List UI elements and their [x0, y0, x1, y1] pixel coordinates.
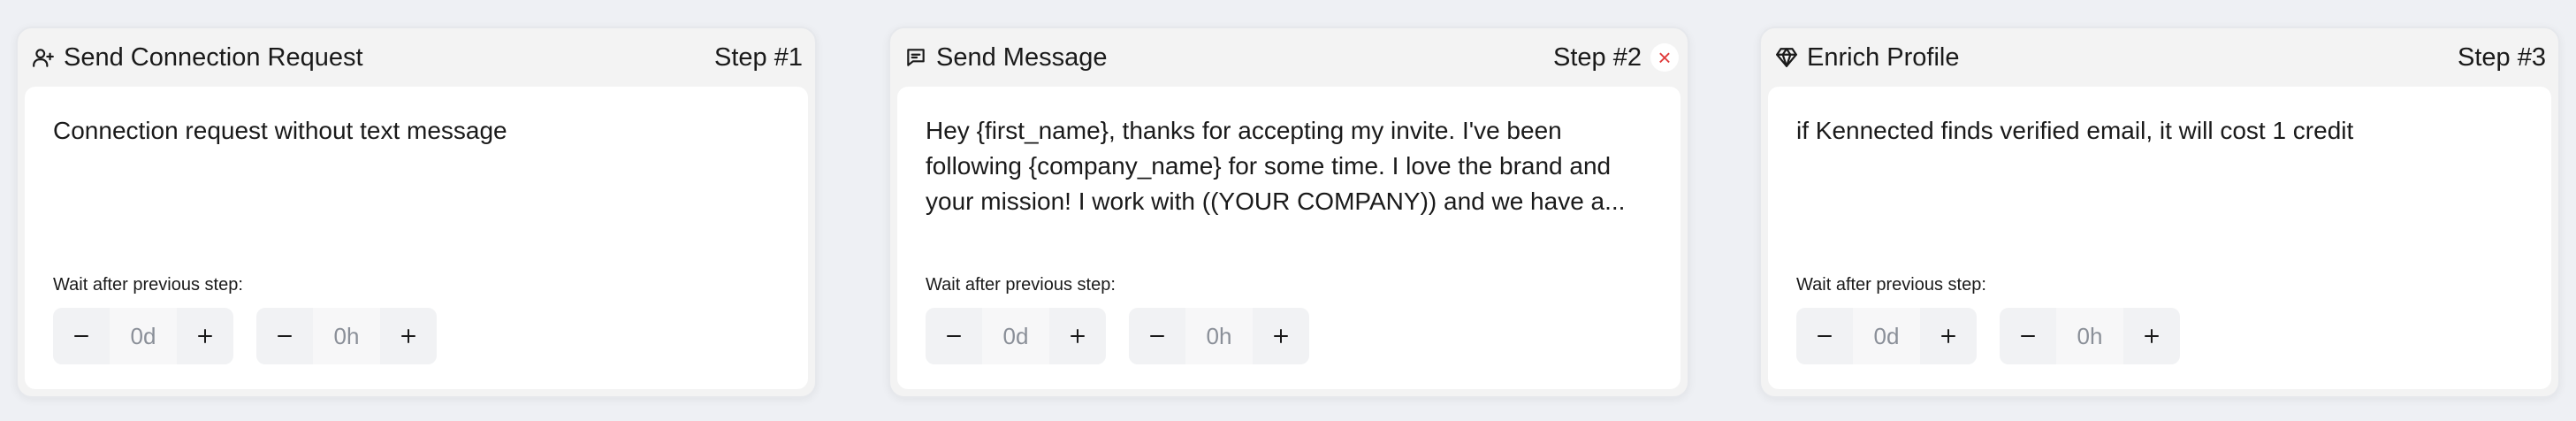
days-input[interactable]: 0d: [110, 308, 177, 364]
hours-stepper: 0h: [2000, 308, 2180, 364]
plus-icon: [2145, 329, 2159, 343]
minus-icon: [2021, 335, 2035, 337]
increment-days-button[interactable]: [177, 308, 233, 364]
step-number-label: Step #2: [1553, 43, 1642, 72]
step-card-send-connection-request[interactable]: Send Connection Request Step #1 Connecti…: [16, 27, 817, 398]
days-stepper: 0d: [53, 308, 233, 364]
plus-icon: [1274, 329, 1288, 343]
hours-stepper: 0h: [1129, 308, 1309, 364]
wait-after-label: Wait after previous step:: [926, 275, 1116, 295]
decrement-hours-button[interactable]: [1129, 308, 1185, 364]
increment-days-button[interactable]: [1920, 308, 1977, 364]
plus-icon: [198, 329, 212, 343]
hours-stepper: 0h: [256, 308, 437, 364]
step-message-text[interactable]: Hey {first_name}, thanks for accepting m…: [926, 113, 1652, 219]
hours-input[interactable]: 0h: [313, 308, 380, 364]
gem-icon: [1775, 46, 1798, 69]
increment-hours-button[interactable]: [1253, 308, 1309, 364]
plus-icon: [1071, 329, 1085, 343]
card-header: Send Connection Request Step #1: [18, 28, 815, 87]
decrement-days-button[interactable]: [926, 308, 982, 364]
card-header: Enrich Profile Step #3: [1761, 28, 2558, 87]
decrement-days-button[interactable]: [1796, 308, 1853, 364]
card-body: Connection request without text message …: [25, 87, 808, 389]
days-stepper: 0d: [1796, 308, 1977, 364]
step-message-text[interactable]: Connection request without text message: [53, 113, 780, 149]
step-message-text[interactable]: if Kennected finds verified email, it wi…: [1796, 113, 2523, 149]
hours-input[interactable]: 0h: [2056, 308, 2123, 364]
increment-days-button[interactable]: [1049, 308, 1106, 364]
days-input[interactable]: 0d: [1853, 308, 1920, 364]
days-stepper: 0d: [926, 308, 1106, 364]
wait-after-label: Wait after previous step:: [1796, 275, 1986, 295]
days-input[interactable]: 0d: [982, 308, 1049, 364]
increment-hours-button[interactable]: [2123, 308, 2180, 364]
decrement-hours-button[interactable]: [256, 308, 313, 364]
card-body: if Kennected finds verified email, it wi…: [1768, 87, 2551, 389]
step-card-send-message[interactable]: Send Message Step #2 × Hey {first_name},…: [888, 27, 1689, 398]
minus-icon: [1150, 335, 1164, 337]
step-card-enrich-profile[interactable]: Enrich Profile Step #3 if Kennected find…: [1759, 27, 2560, 398]
card-header: Send Message Step #2 ×: [890, 28, 1688, 87]
remove-step-button[interactable]: ×: [1650, 43, 1679, 72]
user-plus-icon: [32, 46, 55, 69]
minus-icon: [278, 335, 292, 337]
plus-icon: [1941, 329, 1955, 343]
hours-input[interactable]: 0h: [1185, 308, 1253, 364]
decrement-days-button[interactable]: [53, 308, 110, 364]
plus-icon: [401, 329, 415, 343]
minus-icon: [1818, 335, 1832, 337]
card-title: Send Message: [936, 43, 1108, 72]
decrement-hours-button[interactable]: [2000, 308, 2056, 364]
card-title: Send Connection Request: [64, 43, 363, 72]
sequence-steps-row: Send Connection Request Step #1 Connecti…: [16, 27, 2560, 398]
step-number-label: Step #1: [714, 43, 803, 72]
minus-icon: [74, 335, 88, 337]
wait-after-label: Wait after previous step:: [53, 275, 243, 295]
card-body: Hey {first_name}, thanks for accepting m…: [897, 87, 1680, 389]
message-icon: [904, 46, 927, 69]
minus-icon: [947, 335, 961, 337]
card-title: Enrich Profile: [1807, 43, 1960, 72]
step-number-label: Step #3: [2458, 43, 2546, 72]
increment-hours-button[interactable]: [380, 308, 437, 364]
